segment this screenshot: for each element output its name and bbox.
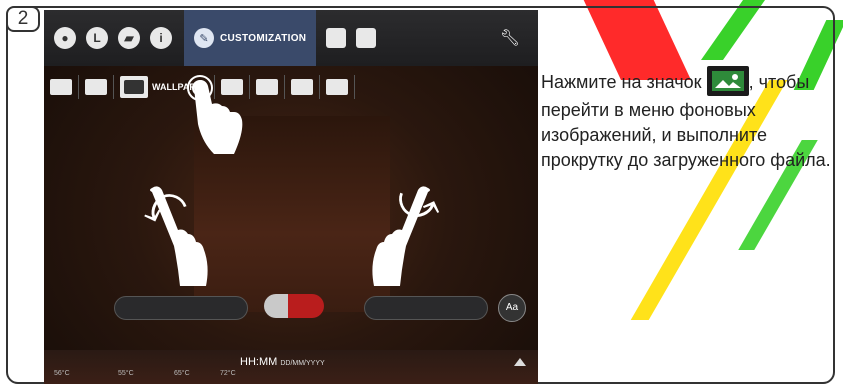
temp-readout: 65°C <box>174 370 190 377</box>
temp-readout: 72°C <box>220 370 236 377</box>
wallpaper-button[interactable] <box>120 76 148 98</box>
time-text: HH:MM <box>240 356 278 368</box>
drop-icon[interactable]: ● <box>54 27 76 49</box>
usb-icon <box>290 79 313 95</box>
temp-readout: 55°C <box>118 370 134 377</box>
palette-icon <box>325 79 348 95</box>
temp-readout: 56°C <box>54 370 70 377</box>
swipe-hand-right-icon <box>372 186 430 286</box>
wallpaper-icon <box>124 80 144 94</box>
step-badge: 2 <box>6 6 40 32</box>
book-icon <box>85 79 107 95</box>
swipe-hand-left-icon <box>150 186 208 286</box>
flag-icon[interactable]: ▰ <box>118 27 140 49</box>
sub-item-usb[interactable] <box>285 75 320 99</box>
font-size-button[interactable]: Aa <box>498 294 526 322</box>
speaker-icon <box>255 79 278 95</box>
sub-item-speaker[interactable] <box>250 75 285 99</box>
menu-selector[interactable] <box>364 296 488 320</box>
power-toggle[interactable] <box>264 294 324 318</box>
clock-display: HH:MM DD/MM/YYYY <box>240 356 325 368</box>
wrench-icon[interactable]: 🔧︎ <box>500 28 520 48</box>
brew-selector[interactable] <box>114 296 248 320</box>
date-text: DD/MM/YYYY <box>280 360 325 367</box>
instruction-text: Нажмите на значок , чтобы перейти в меню… <box>541 66 837 173</box>
keyboard-icon[interactable] <box>326 28 347 48</box>
clock-icon[interactable]: L <box>86 27 108 49</box>
sub-item-book[interactable] <box>44 75 79 99</box>
tap-hand-icon <box>187 75 243 154</box>
tab-customization[interactable]: ✎ CUSTOMIZATION <box>184 10 317 66</box>
book-icon <box>50 79 72 95</box>
sub-item-book-alt[interactable] <box>79 75 114 99</box>
device-screen: ● L ▰ i ✎ CUSTOMIZATION 🔧︎ WALLPAPER Aa … <box>44 10 538 384</box>
top-nav: ● L ▰ i ✎ CUSTOMIZATION 🔧︎ <box>44 10 538 66</box>
instruction-part1: Нажмите на значок <box>541 71 702 92</box>
status-bar: 56°C 55°C 65°C 72°C HH:MM DD/MM/YYYY <box>44 350 538 384</box>
tab-customization-label: CUSTOMIZATION <box>220 32 307 44</box>
info-icon[interactable]: i <box>150 27 172 49</box>
expand-up-icon[interactable] <box>514 358 526 366</box>
person-icon[interactable] <box>356 28 377 48</box>
sub-item-palette[interactable] <box>320 75 355 99</box>
wallpaper-icon <box>706 66 749 96</box>
pencil-icon: ✎ <box>194 28 214 48</box>
